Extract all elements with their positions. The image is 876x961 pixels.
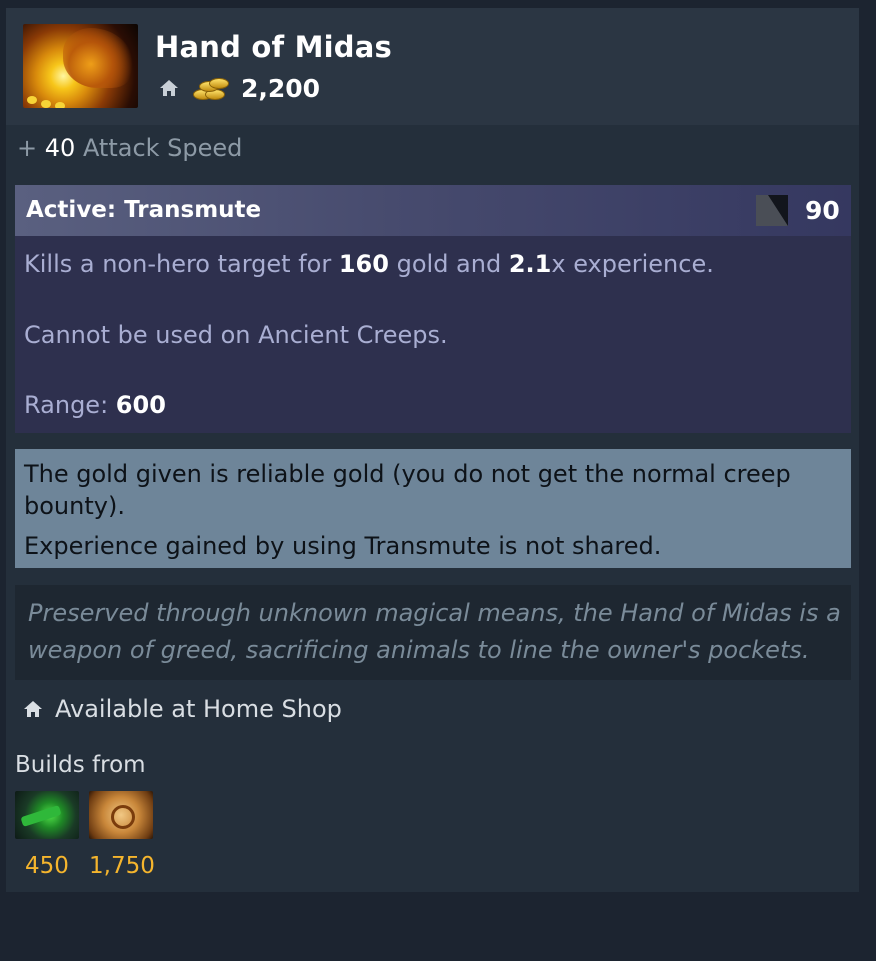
range-value: 600 (115, 391, 166, 419)
item-cost: 2,200 (241, 73, 321, 103)
recipe-glyph (111, 805, 135, 829)
item-cost-row: 2,200 (159, 72, 320, 104)
xp-multiplier: 2.1 (508, 250, 552, 278)
desc-text: Kills a non-hero target for (24, 250, 332, 278)
coin-graphic (41, 100, 51, 108)
active-ability-title: Active: Transmute (26, 197, 262, 223)
attribute-value: 40 (44, 134, 76, 162)
builds-from-label: Builds from (15, 752, 146, 778)
gloves-of-haste-icon[interactable] (15, 791, 79, 839)
hand-claw-graphic (63, 28, 133, 88)
notes-box: The gold given is reliable gold (you do … (15, 449, 851, 568)
item-title: Hand of Midas (155, 30, 392, 64)
active-ability-header: Active: Transmute 90 (15, 185, 851, 236)
coin-graphic (27, 96, 37, 104)
desc-text: x experience. (551, 250, 714, 278)
attribute-prefix: + (17, 134, 38, 162)
cooldown-icon (756, 195, 788, 226)
lore-text: Preserved through unknown magical means,… (28, 599, 841, 664)
cooldown-value: 90 (805, 196, 840, 225)
item-tooltip: Hand of Midas 2,200 + 40 Attack Speed Ac… (6, 8, 859, 892)
coin-graphic (55, 102, 65, 108)
active-ability-box: Active: Transmute 90 Kills a non-hero ta… (15, 185, 851, 433)
note-line: Experience gained by using Transmute is … (24, 532, 662, 560)
active-description: Kills a non-hero target for 160 gold and… (24, 250, 714, 278)
active-range: Range: 600 (24, 391, 166, 419)
glove-graphic (20, 805, 62, 827)
tooltip-header: Hand of Midas 2,200 (6, 8, 859, 125)
gold-coins-icon (191, 75, 229, 101)
home-shop-icon (24, 701, 42, 717)
active-restriction: Cannot be used on Ancient Creeps. (24, 321, 448, 349)
shop-availability: Available at Home Shop (23, 693, 342, 725)
component-cost: 1,750 (89, 853, 155, 879)
note-line: The gold given is reliable gold (you do … (24, 460, 791, 520)
desc-text: gold and (396, 250, 502, 278)
range-label: Range: (24, 391, 109, 419)
lore-box: Preserved through unknown magical means,… (15, 585, 851, 680)
component-cost: 450 (25, 853, 69, 879)
attribute-name: Attack Speed (82, 134, 243, 162)
hand-of-midas-icon (23, 24, 138, 108)
home-shop-icon (160, 80, 178, 96)
gold-value: 160 (338, 250, 389, 278)
shop-label: Available at Home Shop (55, 695, 342, 723)
recipe-scroll-icon[interactable] (89, 791, 153, 839)
attribute-bonus: + 40 Attack Speed (17, 134, 242, 162)
